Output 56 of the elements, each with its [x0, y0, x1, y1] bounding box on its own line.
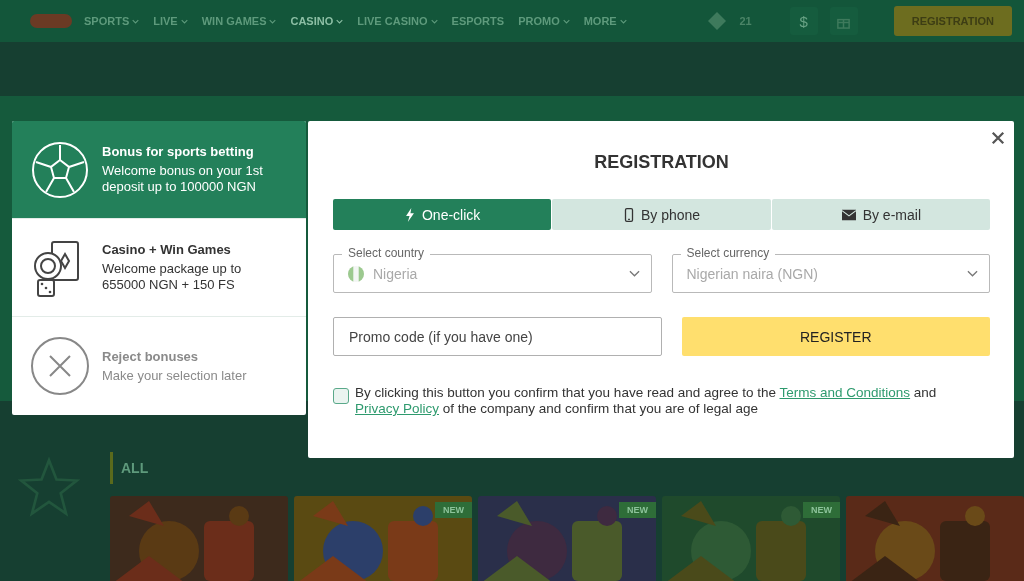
bonus-description: Make your selection later	[102, 367, 247, 384]
caret-icon	[562, 18, 570, 24]
consent-text: By clicking this button you confirm that you have read and agree to the Terms and Conditions and Privacy Policy of the company and confirm that you are of legal age	[355, 385, 938, 417]
tab[interactable]: By phone	[552, 199, 771, 230]
tab[interactable]: One-click	[333, 199, 552, 230]
chevron-down-icon	[628, 270, 640, 277]
nav-item[interactable]: PROMO	[518, 15, 570, 27]
lightning-icon	[404, 207, 416, 222]
register-button[interactable]: REGISTER	[681, 317, 990, 356]
bonus-description: Welcome bonus on your 1st deposit up to 100000 NGN	[102, 163, 264, 195]
promo-code-field[interactable]: Promo code (if you have one)	[333, 317, 662, 356]
nav-item[interactable]: SPORTS	[84, 15, 140, 27]
bonus-title: Casino + Win Games	[102, 242, 232, 257]
caret-icon	[619, 18, 627, 24]
bonus-option[interactable]: Bonus for sports betting Welcome bonus on your 1st deposit up to 100000 NGN	[12, 121, 306, 219]
caret-icon	[336, 18, 344, 24]
caret-icon	[132, 18, 140, 24]
field-label: Select currency	[680, 246, 776, 260]
link[interactable]: Terms and Conditions	[779, 385, 911, 400]
currency-select[interactable]: Select currency Nigerian naira (NGN)	[671, 246, 990, 293]
tab[interactable]: By e-mail	[771, 199, 990, 230]
currency-button[interactable]: $	[789, 7, 818, 35]
bonus-title: Reject bonuses	[102, 348, 200, 364]
close-icon	[30, 336, 90, 396]
nav-item[interactable]: WIN GAMES	[201, 15, 277, 27]
counter: 21	[739, 15, 752, 27]
nav-item[interactable]: CASINO	[290, 15, 344, 27]
bonus-title: Bonus for sports betting	[102, 144, 255, 159]
nav-item[interactable]: LIVE CASINO	[357, 15, 438, 27]
dialog-title: REGISTRATION	[593, 152, 730, 174]
caret-icon	[430, 18, 438, 24]
link[interactable]: Privacy Policy	[355, 401, 440, 416]
phone-icon	[622, 207, 635, 222]
bonus-option[interactable]: Reject bonuses Make your selection later	[12, 317, 306, 415]
new-badge: NEW	[435, 502, 472, 518]
diamond-icon	[707, 11, 728, 31]
country-select[interactable]: Select country Nigeria	[333, 246, 652, 293]
category-tab[interactable]: ALL	[110, 452, 157, 484]
caret-icon	[180, 18, 188, 24]
gift-button[interactable]	[829, 7, 858, 35]
field-label: Select country	[342, 246, 431, 260]
checkbox[interactable]	[333, 388, 349, 404]
nav-item[interactable]: MORE	[583, 15, 627, 27]
bonus-option[interactable]: Casino + Win Games Welcome package up to 655000 NGN + 150 FS	[12, 219, 306, 317]
nav-item[interactable]: ESPORTS	[451, 15, 505, 27]
flag-icon	[348, 265, 364, 282]
nav-item[interactable]: LIVE	[153, 15, 188, 27]
bonus-description: Welcome package up to 655000 NGN + 150 FS	[102, 261, 243, 293]
new-badge: NEW	[619, 502, 656, 518]
close-icon	[991, 131, 1005, 145]
logo-icon	[30, 14, 72, 28]
caret-icon	[269, 18, 277, 24]
envelope-icon	[840, 207, 857, 222]
ball-icon	[30, 139, 90, 200]
chevron-down-icon	[967, 270, 978, 277]
new-badge: NEW	[803, 502, 840, 518]
